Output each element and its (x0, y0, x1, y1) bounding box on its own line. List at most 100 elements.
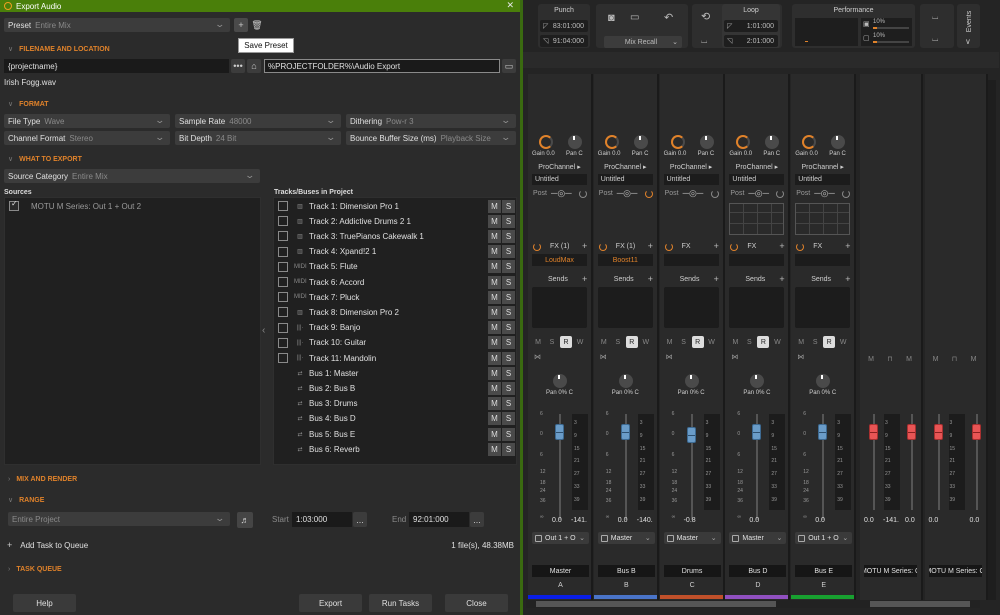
preset-dropdown[interactable]: Preset Entire Mix ⌄ (4, 18, 230, 32)
source-checkbox[interactable]: ✓ (9, 199, 19, 211)
track-checkbox[interactable] (278, 277, 288, 287)
dialog-titlebar[interactable]: Export Audio ✕ (0, 0, 520, 12)
fx-plugin-slot[interactable] (795, 254, 851, 266)
solo-button[interactable]: S (546, 336, 558, 348)
loop-to-selection-icon[interactable]: ⌴ (701, 36, 707, 46)
solo-button[interactable]: S (502, 336, 515, 350)
read-automation-button[interactable]: R (757, 336, 770, 348)
tag-button[interactable]: ⌂ (247, 59, 261, 73)
fx-power-icon[interactable] (796, 243, 805, 251)
track-checkbox[interactable] (278, 307, 288, 318)
mute-button[interactable]: M (488, 351, 501, 365)
prochannel-header[interactable]: ProChannel ▸ (594, 163, 657, 171)
prochannel-preset[interactable]: Untitled (532, 174, 587, 185)
track-checkbox[interactable] (278, 201, 288, 211)
solo-button[interactable]: S (612, 336, 624, 348)
mute-button[interactable]: M (488, 290, 501, 304)
write-automation-button[interactable]: W (771, 336, 783, 348)
close-button[interactable]: Close (445, 594, 508, 612)
pan-knob[interactable] (568, 135, 582, 149)
prochannel-header[interactable]: ProChannel ▸ (528, 163, 591, 171)
vertical-scrollbar[interactable] (986, 80, 996, 600)
range-start-more-button[interactable]: ... (353, 512, 367, 527)
link-lock-icon[interactable]: ⊓ (884, 353, 896, 365)
section-format[interactable]: ∨ FORMAT (8, 100, 49, 109)
track-row[interactable]: MIDI Track 7: Pluck M S (275, 290, 515, 304)
write-automation-button[interactable]: W (640, 336, 652, 348)
add-send-plus-icon[interactable]: + (845, 274, 850, 284)
add-fx-plus-icon[interactable]: + (582, 241, 587, 251)
track-row[interactable]: ▥ Track 8: Dimension Pro 2 MS (275, 305, 515, 319)
mute-button[interactable]: M (488, 427, 501, 441)
pan-knob[interactable] (816, 374, 831, 388)
mute-button[interactable]: M (795, 336, 807, 348)
range-mode-dropdown[interactable]: Entire Project ⌄ (8, 512, 230, 526)
delete-preset-button[interactable]: 🗑 (250, 18, 264, 32)
pan-knob[interactable] (618, 374, 633, 388)
solo-button[interactable]: S (502, 229, 515, 243)
gain-knob[interactable] (670, 135, 685, 149)
prochannel-header[interactable]: ProChannel ▸ (660, 163, 723, 171)
track-row[interactable]: ▥ Track 4: Xpand!2 1 MS (275, 245, 515, 259)
track-checkbox[interactable] (278, 231, 288, 242)
range-start-input[interactable]: 1:03:000 (292, 512, 352, 527)
track-checkbox[interactable] (278, 261, 288, 272)
mute-right-button[interactable]: M (903, 353, 915, 365)
section-range[interactable]: ∨ RANGE (8, 496, 44, 505)
phase-icon[interactable]: ⋈ (600, 353, 607, 361)
folder-icon[interactable]: ▭ (630, 12, 639, 23)
range-end-more-button[interactable]: ... (470, 512, 484, 527)
volume-fader-right[interactable] (971, 424, 981, 440)
eq-graph[interactable] (795, 203, 851, 235)
source-item[interactable]: ✓ MOTU M Series: Out 1 + Out 2 (9, 199, 141, 211)
fx-power-icon[interactable] (730, 243, 739, 251)
pan-knob[interactable] (553, 374, 567, 388)
mute-button[interactable]: M (488, 245, 501, 259)
track-checkbox[interactable] (278, 292, 288, 303)
help-button[interactable]: Help (13, 594, 76, 612)
read-automation-button[interactable]: R (823, 336, 836, 348)
track-checkbox[interactable] (278, 337, 288, 348)
pan-knob[interactable] (699, 135, 714, 149)
track-row[interactable]: ▥ Track 1: Dimension Pro 1 MS (275, 199, 515, 213)
solo-button[interactable]: S (502, 351, 515, 365)
mute-button[interactable]: M (729, 336, 741, 348)
add-send-plus-icon[interactable]: + (582, 274, 587, 284)
undo-icon[interactable]: ↶ (664, 11, 673, 24)
sends-area[interactable] (729, 287, 785, 328)
punch-out-field[interactable]: ◹ 91:04:000 (540, 35, 588, 47)
mute-button[interactable]: M (488, 199, 501, 213)
solo-button[interactable]: S (502, 275, 515, 289)
mute-button[interactable]: M (488, 321, 501, 335)
peak-readout[interactable]: -141. (883, 517, 899, 524)
add-send-plus-icon[interactable]: + (648, 274, 653, 284)
track-row[interactable]: ▥ Track 3: TruePianos Cakewalk 1 MS (275, 229, 515, 243)
sample-rate-dropdown[interactable]: Sample Rate 48000 ⌄ (175, 114, 341, 128)
scrollbar-thumb[interactable] (536, 601, 776, 607)
sends-area[interactable] (597, 287, 653, 328)
pre-post-toggle-icon[interactable]: ─◎─ (551, 188, 572, 199)
add-fx-plus-icon[interactable]: + (845, 241, 850, 251)
run-tasks-button[interactable]: Run Tasks (369, 594, 432, 612)
bounce-buffer-dropdown[interactable]: Bounce Buffer Size (ms) Playback Size ⌄ (346, 131, 516, 145)
mute-button[interactable]: M (488, 381, 501, 395)
solo-button[interactable]: S (502, 245, 515, 259)
write-automation-button[interactable]: W (837, 336, 849, 348)
prochannel-power-icon[interactable] (842, 190, 851, 198)
prochannel-power-icon[interactable] (710, 190, 719, 198)
fx-plugin-slot[interactable]: LoudMax (532, 254, 587, 266)
track-row[interactable]: ⇄ Bus 5: Bus E MS (275, 427, 515, 441)
fx-power-icon[interactable] (533, 243, 541, 251)
track-checkbox[interactable] (278, 246, 288, 257)
add-task-button[interactable]: + Add Task to Queue (7, 540, 88, 550)
write-automation-button[interactable]: W (574, 336, 586, 348)
range-from-selection-button[interactable]: ♬ (237, 512, 253, 528)
section-mix-and-render[interactable]: › MIX AND RENDER (8, 476, 77, 483)
mute-button[interactable]: M (488, 397, 501, 411)
track-row[interactable]: |||· Track 10: Guitar M S (275, 336, 515, 350)
mute-left-button[interactable]: M (930, 353, 942, 365)
mute-left-button[interactable]: M (865, 353, 877, 365)
solo-button[interactable]: S (502, 397, 515, 411)
gain-knob[interactable] (604, 135, 619, 149)
camera-icon[interactable]: ◙ (608, 12, 615, 24)
